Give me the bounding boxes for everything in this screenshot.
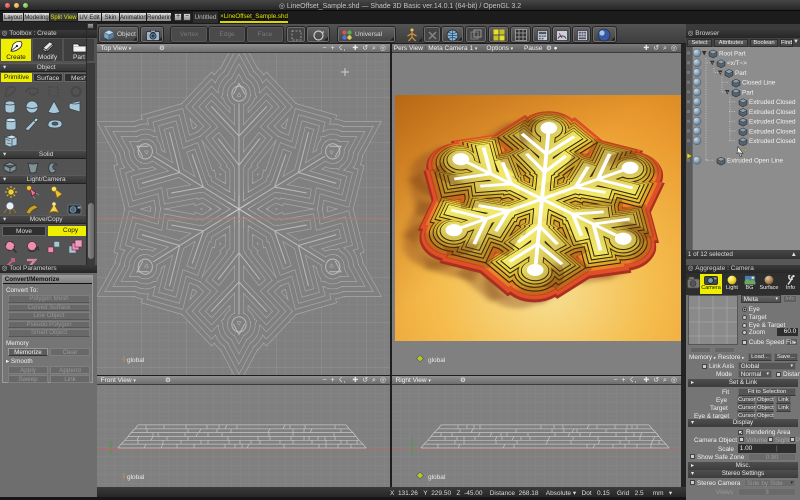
svg-text:Extruded Closed: Extruded Closed [749,99,796,106]
svg-text:Extruded Closed: Extruded Closed [749,138,796,145]
svg-text:Extruded Closed: Extruded Closed [749,109,796,116]
svg-text:Part: Part [735,70,747,77]
svg-text:Extruded Closed: Extruded Closed [749,119,796,126]
svg-text:Part: Part [742,89,754,96]
svg-text:global: global [127,474,145,481]
svg-text:global: global [428,357,446,364]
svg-text:global: global [428,474,446,481]
svg-text:Closed Line: Closed Line [742,80,776,87]
svg-text:Extruded Closed: Extruded Closed [749,128,796,135]
svg-text:global: global [127,357,145,364]
svg-text:<x/T~>: <x/T~> [727,60,747,67]
svg-text:Root Part: Root Part [719,50,746,57]
svg-text:Extruded Open Line: Extruded Open Line [727,158,784,165]
